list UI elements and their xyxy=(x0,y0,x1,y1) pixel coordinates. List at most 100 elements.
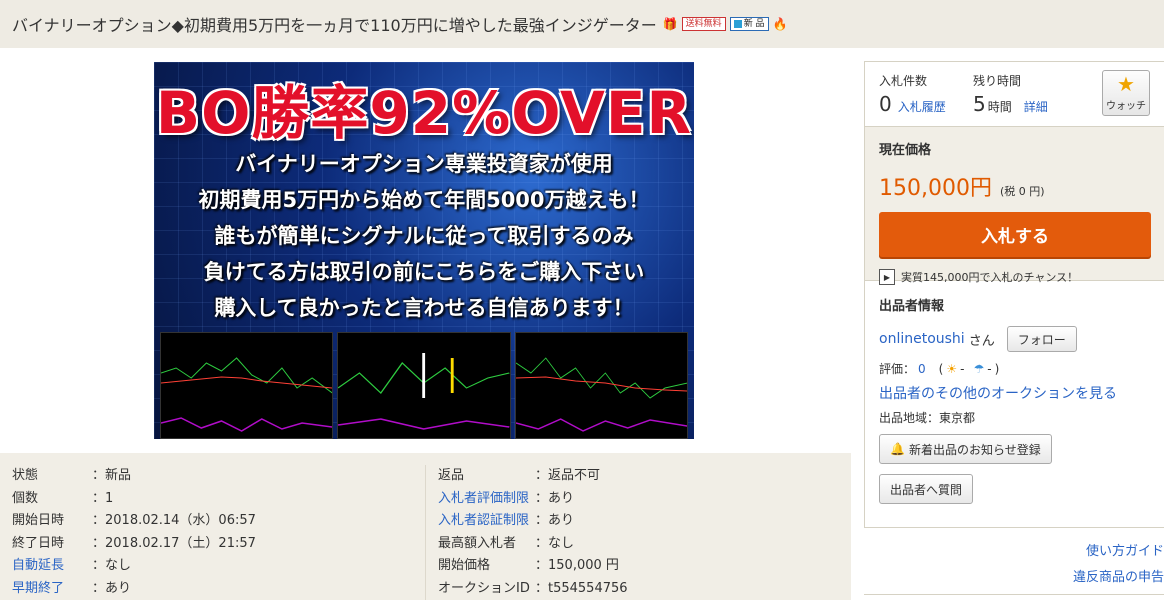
footer-links: 使い方ガイド 違反商品の申告 xyxy=(864,528,1164,600)
spec-row: 入札者評価制限 ：あり xyxy=(438,488,850,511)
time-left-label: 残り時間 xyxy=(973,74,1022,88)
notify-label: 新着出品のお知らせ登録 xyxy=(908,442,1041,457)
spec-value: ：150,000 円 xyxy=(535,558,619,573)
spec-value: ：なし xyxy=(92,558,132,573)
bidder-auth-limit-link[interactable]: 入札者認証制限 xyxy=(438,510,535,533)
spec-value: ：なし xyxy=(535,535,575,551)
watch-label: ウォッチ xyxy=(1106,100,1146,112)
flame-icon: 🔥 xyxy=(772,17,788,31)
item-specs: 状態 ：新品 個数 ：1 開始日時 ：2018.02.14（水）06:57 終了日時 ：… xyxy=(0,453,851,600)
item-image[interactable]: BO勝率92%OVER バイナリーオプション専業投資家が使用 初期費用5万円から… xyxy=(154,62,694,439)
banner-charts xyxy=(160,332,688,439)
time-left-stat: 残り時間 5 時間 詳細 xyxy=(973,72,1067,126)
tax-note: (税 0 円) xyxy=(999,185,1045,198)
report-violation-link[interactable]: 違反商品の申告 xyxy=(1073,566,1164,585)
watch-button[interactable]: ★ ウォッチ xyxy=(1102,70,1150,116)
spec-value: ：あり xyxy=(535,513,575,528)
new-item-badge: 新 品 xyxy=(729,17,769,31)
spec-row: 終了日時 ：2018.02.17（土）21:57 xyxy=(12,533,425,556)
new-square-icon xyxy=(733,20,742,28)
spec-label: 返品 xyxy=(438,468,465,483)
new-listing-notify-button[interactable]: 🔔 新着出品のお知らせ登録 xyxy=(879,434,1052,464)
current-price: 150,000円 xyxy=(879,176,992,201)
bell-icon: 🔔 xyxy=(890,442,905,456)
banner-line: 初期費用5万円から始めて年間5000万越えも！ xyxy=(198,188,650,212)
follow-button[interactable]: フォロー xyxy=(1006,326,1077,352)
rating-open: ( xyxy=(938,361,944,376)
bid-count-value: 0 xyxy=(879,92,892,116)
umbrella-icon: ☂ xyxy=(973,361,985,376)
bid-history-link[interactable]: 入札履歴 xyxy=(898,98,946,115)
title-badges: 🎁 送料無料 新 品 🔥 xyxy=(663,17,788,31)
banner-lines: バイナリーオプション専業投資家が使用 初期費用5万円から始めて年間5000万越え… xyxy=(154,146,694,326)
spec-label: 終了日時 xyxy=(12,535,65,551)
specs-right: 返品 ：返品不可 入札者評価制限 ：あり 入札者認証制限 ：あり 最高額入札者 ：なし … xyxy=(425,465,850,600)
rating-good: - xyxy=(960,361,965,376)
time-left-value: 5 xyxy=(973,92,986,116)
ask-seller-button[interactable]: 出品者へ質問 xyxy=(879,474,974,504)
bidder-rating-limit-link[interactable]: 入札者評価制限 xyxy=(438,488,535,511)
chart-screenshot xyxy=(160,332,334,439)
early-end-link[interactable]: 早期終了 xyxy=(12,578,92,600)
banner-line: バイナリーオプション専業投資家が使用 xyxy=(235,152,613,176)
spec-value: ：1 xyxy=(92,490,114,506)
play-icon: ▶ xyxy=(879,269,895,285)
spec-value: ：新品 xyxy=(92,468,132,483)
divider xyxy=(864,594,1164,595)
spec-row: 返品 ：返品不可 xyxy=(438,465,850,488)
bid-chance-text: 実質145,000円で入札のチャンス！ xyxy=(901,271,1079,284)
banner-headline: BO勝率92%OVER xyxy=(155,79,693,147)
spec-row: 早期終了 ：あり xyxy=(12,578,425,600)
seller-name-link[interactable]: onlinetoushi xyxy=(879,331,965,347)
free-shipping-badge: 送料無料 xyxy=(681,17,726,31)
rating-value-link[interactable]: 0 xyxy=(918,362,926,376)
chart-screenshot xyxy=(337,332,511,439)
spec-value: ：あり xyxy=(535,490,575,506)
spec-row: 個数 ：1 xyxy=(12,488,425,511)
star-icon: ★ xyxy=(1117,73,1135,96)
rating-close: ) xyxy=(994,361,1000,376)
bid-button[interactable]: 入札する xyxy=(879,212,1151,257)
banner-line: 誰もが簡単にシグナルに従って取引するのみ xyxy=(214,224,634,248)
seller-area: 出品地域：東京都 xyxy=(879,411,976,425)
spec-row: 自動延長 ：なし xyxy=(12,555,425,578)
gift-icon: 🎁 xyxy=(662,17,678,31)
time-detail-link[interactable]: 詳細 xyxy=(1024,98,1048,115)
spec-row: 入札者認証制限 ：あり xyxy=(438,510,850,533)
price-box: 現在価格 150,000円 (税 0 円) 入札する ▶ 実質145,000円で… xyxy=(865,126,1164,285)
auto-extend-link[interactable]: 自動延長 xyxy=(12,555,92,578)
chart-screenshot xyxy=(514,332,688,439)
rating-bad: - xyxy=(987,361,992,376)
spec-row: 状態 ：新品 xyxy=(12,465,425,488)
spec-label: 状態 xyxy=(12,468,39,483)
seller-other-auctions-link[interactable]: 出品者のその他のオークションを見る xyxy=(879,383,1150,403)
title-bar: バイナリーオプション◆初期費用5万円を一ヵ月で110万円に増やした最強インジゲー… xyxy=(0,0,1164,48)
seller-rating: 評価： 0 ( ☀ - ☂ - ) xyxy=(879,360,1150,377)
bid-count-label: 入札件数 xyxy=(879,74,928,88)
seller-honorific: さん xyxy=(968,333,995,349)
spec-label: 開始日時 xyxy=(12,513,65,528)
seller-info: 出品者情報 onlinetoushi さん フォロー 評価： 0 ( ☀ - ☂… xyxy=(865,281,1164,504)
banner-line: 購入して良かったと言わせる自信あります！ xyxy=(214,296,634,320)
spec-value: ：t554554756 xyxy=(535,580,628,596)
bid-panel: 入札件数 0 入札履歴 残り時間 5 時間 詳細 ★ ウォッチ 現在価格 150… xyxy=(864,61,1164,528)
spec-value: ：2018.02.14（水）06:57 xyxy=(92,513,256,528)
spec-row: 開始日時 ：2018.02.14（水）06:57 xyxy=(12,510,425,533)
spec-value: ：あり xyxy=(92,580,132,596)
auction-stats: 入札件数 0 入札履歴 残り時間 5 時間 詳細 ★ ウォッチ xyxy=(865,62,1164,126)
item-main: BO勝率92%OVER バイナリーオプション専業投資家が使用 初期費用5万円から… xyxy=(0,48,851,600)
rating-label: 評価： xyxy=(879,362,916,376)
seller-heading: 出品者情報 xyxy=(879,299,945,314)
usage-guide-link[interactable]: 使い方ガイド xyxy=(1086,540,1164,559)
bid-count-stat: 入札件数 0 入札履歴 xyxy=(879,72,973,126)
banner-line: 負けてる方は取引の前にこちらをご購入下さい xyxy=(203,260,645,284)
spec-row: 最高額入札者 ：なし xyxy=(438,533,850,556)
spec-label: 個数 xyxy=(12,490,39,506)
specs-left: 状態 ：新品 個数 ：1 開始日時 ：2018.02.14（水）06:57 終了日時 ：… xyxy=(0,465,425,600)
spec-label: 開始価格 xyxy=(438,558,491,573)
time-left-unit: 時間 xyxy=(987,100,1012,114)
spec-label: 最高額入札者 xyxy=(438,535,517,551)
spec-value: ：2018.02.17（土）21:57 xyxy=(92,535,256,551)
new-item-label: 新 品 xyxy=(743,19,765,29)
page-title: バイナリーオプション◆初期費用5万円を一ヵ月で110万円に増やした最強インジゲー… xyxy=(12,16,657,35)
